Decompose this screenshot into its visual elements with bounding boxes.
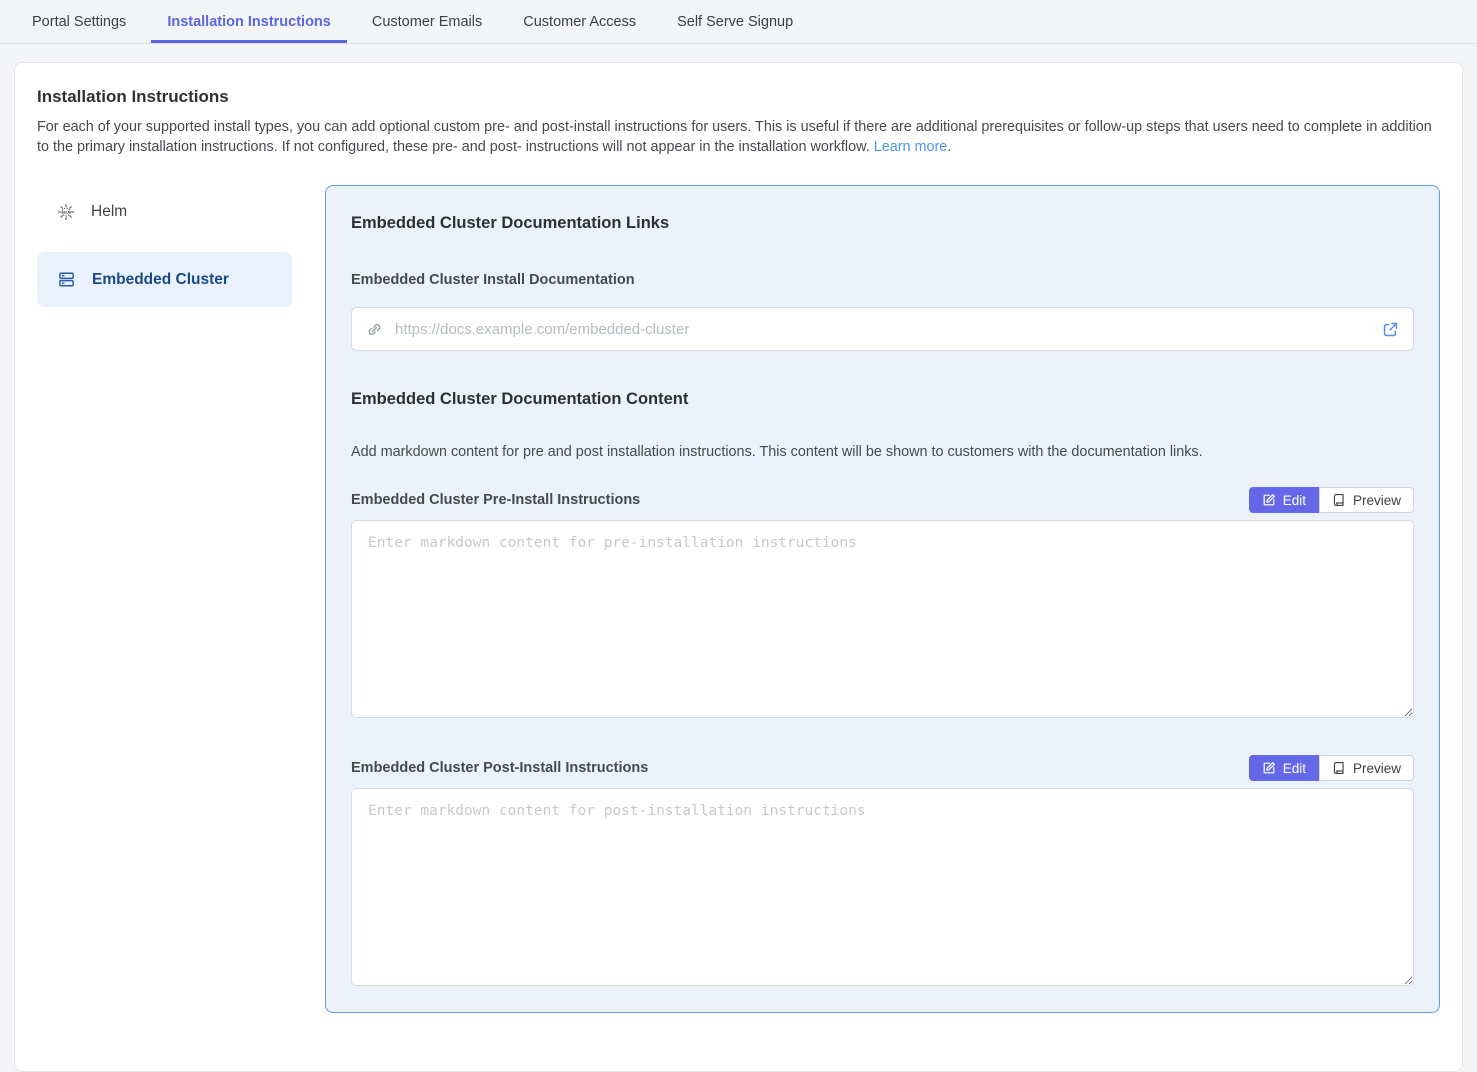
svg-text:HELM: HELM [61,210,70,214]
page-description-text: For each of your supported install types… [37,119,1432,155]
sidebar-item-embedded-cluster[interactable]: Embedded Cluster [37,252,292,307]
install-documentation-url-input[interactable] [393,320,1372,339]
tab-customer-access[interactable]: Customer Access [523,0,636,43]
post-install-markdown-textarea[interactable] [351,788,1414,986]
server-stack-icon [57,270,76,289]
preview-book-icon [1332,761,1346,775]
learn-more-link[interactable]: Learn more [874,139,948,155]
settings-tabbar: Portal Settings Installation Instruction… [0,0,1477,44]
post-install-mode-toggle: Edit Preview [1249,755,1414,781]
documentation-content-description: Add markdown content for pre and post in… [351,442,1414,462]
sidebar-item-label: Helm [91,203,127,221]
install-types-sidebar: HELM Helm Embedded Cluster [37,185,292,307]
sidebar-item-label: Embedded Cluster [92,271,229,289]
edit-button-label: Edit [1283,761,1306,776]
sidebar-item-helm[interactable]: HELM Helm [37,193,292,231]
tab-customer-emails[interactable]: Customer Emails [372,0,482,43]
tab-self-serve-signup[interactable]: Self Serve Signup [677,0,793,43]
page-description: For each of your supported install types… [37,117,1432,157]
preview-button-label: Preview [1353,493,1401,508]
documentation-links-heading: Embedded Cluster Documentation Links [351,212,1414,234]
embedded-cluster-panel: Embedded Cluster Documentation Links Emb… [325,185,1440,1013]
helm-icon: HELM [57,203,75,221]
learn-more-suffix: . [947,139,951,155]
preview-button-label: Preview [1353,761,1401,776]
pre-install-preview-button[interactable]: Preview [1319,487,1414,513]
post-install-preview-button[interactable]: Preview [1319,755,1414,781]
install-documentation-url-field [351,307,1414,351]
pre-install-markdown-textarea[interactable] [351,520,1414,718]
page-title: Installation Instructions [37,87,1440,107]
tab-portal-settings[interactable]: Portal Settings [32,0,126,43]
preview-book-icon [1332,493,1346,507]
post-install-label-row: Embedded Cluster Post-Install Instructio… [351,755,1414,781]
edit-pencil-icon [1262,493,1276,507]
install-documentation-label: Embedded Cluster Install Documentation [351,270,1414,290]
pre-install-label-row: Embedded Cluster Pre-Install Instruction… [351,487,1414,513]
content-row: HELM Helm Embedded Cluster [37,185,1440,1013]
pre-install-mode-toggle: Edit Preview [1249,487,1414,513]
documentation-content-heading: Embedded Cluster Documentation Content [351,388,1414,410]
installation-instructions-card: Installation Instructions For each of yo… [14,62,1463,1072]
link-chain-icon [366,321,383,338]
edit-pencil-icon [1262,761,1276,775]
edit-button-label: Edit [1283,493,1306,508]
tab-installation-instructions[interactable]: Installation Instructions [167,0,331,43]
post-install-edit-button[interactable]: Edit [1249,755,1319,781]
pre-install-label: Embedded Cluster Pre-Install Instruction… [351,490,640,510]
post-install-label: Embedded Cluster Post-Install Instructio… [351,758,648,778]
open-external-link-icon[interactable] [1382,321,1399,338]
pre-install-edit-button[interactable]: Edit [1249,487,1319,513]
